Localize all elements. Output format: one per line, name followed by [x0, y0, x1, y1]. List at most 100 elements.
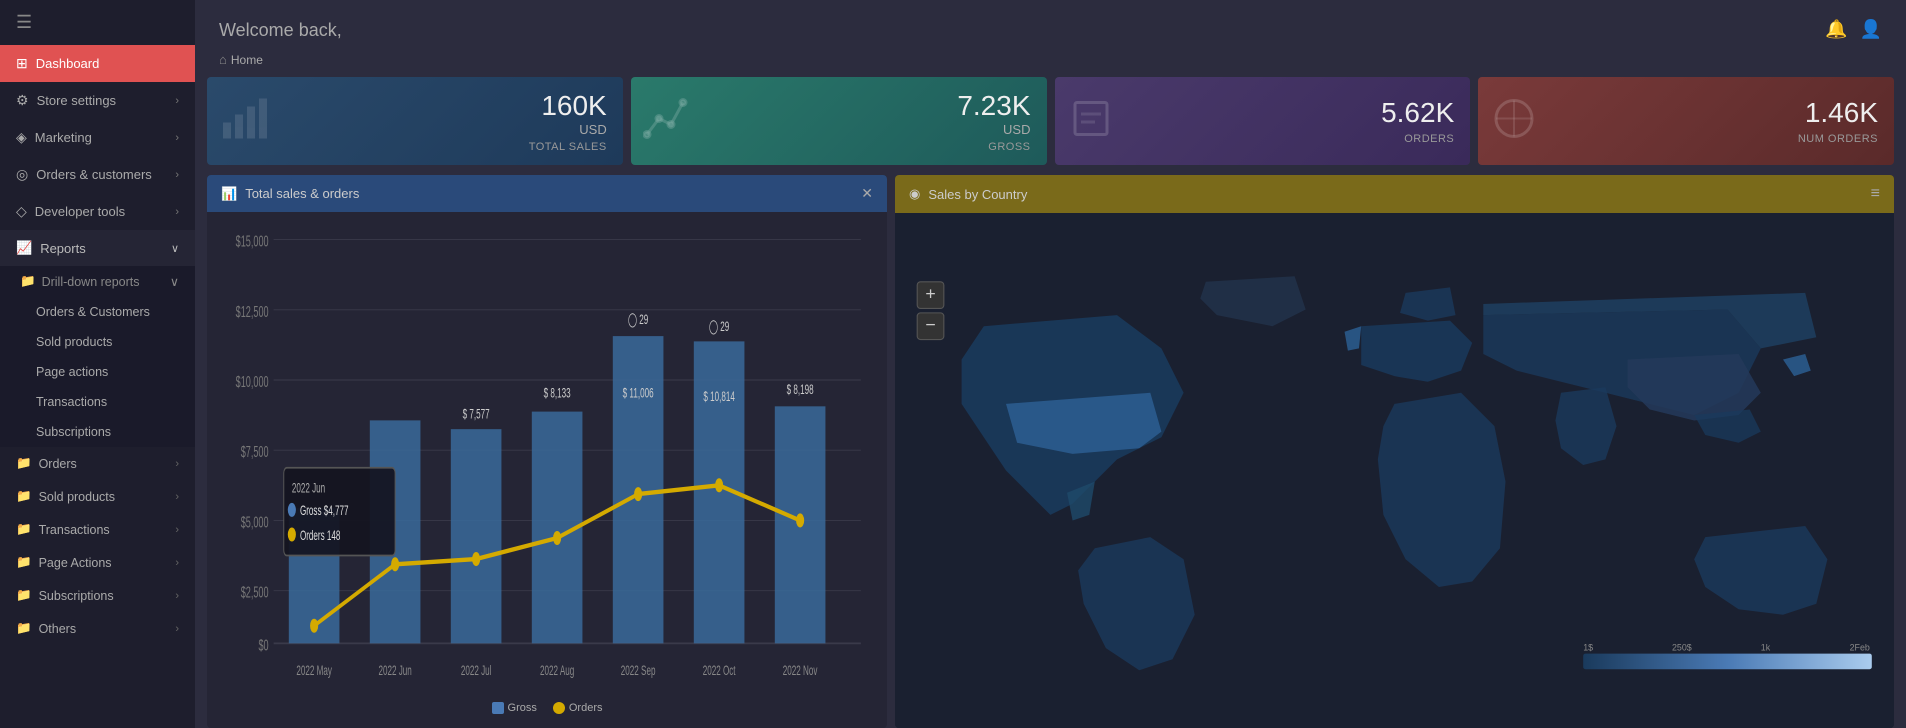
svg-text:$2,500: $2,500 — [241, 583, 269, 601]
stat-icon-num-orders — [1490, 95, 1538, 148]
stat-content-num-orders: 1.46K NUM ORDERS — [1798, 97, 1878, 145]
svg-text:$12,500: $12,500 — [236, 302, 269, 320]
page-header: Welcome back, 🔔 👤 — [195, 0, 1906, 50]
svg-text:250$: 250$ — [1672, 642, 1692, 652]
chart-bar-icon: 📊 — [221, 186, 237, 202]
sidebar-item-store-settings[interactable]: ⚙ Store settings › — [0, 82, 195, 119]
svg-text:2022 Jun: 2022 Jun — [292, 481, 325, 496]
svg-text:2022 Aug: 2022 Aug — [540, 664, 574, 679]
folder-icon: 📁 — [16, 522, 32, 537]
sidebar-folder-transactions[interactable]: 📁 Transactions › — [0, 513, 195, 546]
orders-icon: ◎ — [16, 166, 28, 183]
stat-value: 5.62K — [1381, 97, 1454, 129]
stat-value: 1.46K — [1798, 97, 1878, 129]
legend-orders: Orders — [553, 702, 603, 714]
sidebar-folder-orders[interactable]: 📁 Orders › — [0, 447, 195, 480]
sidebar-sub-transactions[interactable]: Transactions — [0, 387, 195, 417]
stat-content-gross: 7.23K USD GROSS — [957, 90, 1030, 153]
bar-chart-svg: $15,000 $12,500 $10,000 $7,500 $5,000 $2… — [223, 222, 871, 696]
folder-icon: 📁 — [16, 555, 32, 570]
sidebar-folder-others[interactable]: 📁 Others › — [0, 612, 195, 645]
sidebar: ☰ ⊞ Dashboard ⚙ Store settings › ◈ Marke… — [0, 0, 195, 728]
chart-sales-by-country: ◉ Sales by Country ≡ — [895, 175, 1894, 728]
stat-card-total-sales: 160K USD TOTAL SALES — [207, 77, 623, 165]
chevron-right-icon: › — [175, 458, 179, 470]
folder-icon: 📁 — [16, 489, 32, 504]
stats-row: 160K USD TOTAL SALES 7.23K USD GROSS — [195, 77, 1906, 165]
chart-body-map: + − 1$ 250$ 1k 2Feb — [895, 213, 1894, 728]
close-icon[interactable]: ✕ — [861, 185, 873, 202]
svg-text:$ 11,006: $ 11,006 — [623, 387, 654, 402]
sidebar-sub-sold-products[interactable]: Sold products — [0, 327, 195, 357]
folder-icon: 📁 — [16, 456, 32, 471]
stat-content-total-sales: 160K USD TOTAL SALES — [529, 90, 607, 153]
folder-icon: 📁 — [16, 621, 32, 636]
svg-text:2022 Nov: 2022 Nov — [783, 664, 818, 679]
chart-legend: Gross Orders — [223, 696, 871, 718]
svg-text:$10,000: $10,000 — [236, 372, 269, 390]
bell-icon[interactable]: 🔔 — [1825, 19, 1847, 40]
sidebar-sub-page-actions[interactable]: Page actions — [0, 357, 195, 387]
sidebar-item-dashboard[interactable]: ⊞ Dashboard — [0, 45, 195, 82]
main-content: Welcome back, 🔔 👤 ⌂ Home 160K US — [195, 0, 1906, 728]
legend-dot-gross — [492, 702, 504, 714]
sidebar-item-marketing[interactable]: ◈ Marketing › — [0, 119, 195, 156]
svg-text:$15,000: $15,000 — [236, 232, 269, 250]
sidebar-folder-page-actions[interactable]: 📁 Page Actions › — [0, 546, 195, 579]
charts-row: 📊 Total sales & orders ✕ — [195, 175, 1906, 728]
svg-text:$5,000: $5,000 — [241, 513, 269, 531]
world-map-svg: + − 1$ 250$ 1k 2Feb — [895, 213, 1894, 728]
svg-text:◯ 29: ◯ 29 — [628, 313, 648, 328]
stat-value: 160K — [529, 90, 607, 122]
hamburger-icon[interactable]: ☰ — [0, 0, 195, 45]
stat-label: NUM ORDERS — [1798, 133, 1878, 145]
chevron-right-icon: › — [175, 491, 179, 503]
chart-header-main: 📊 Total sales & orders ✕ — [207, 175, 887, 212]
svg-text:$ 8,198: $ 8,198 — [787, 383, 814, 398]
svg-text:+: + — [925, 284, 935, 304]
marketing-icon: ◈ — [16, 129, 27, 146]
chevron-icon: › — [175, 206, 179, 218]
user-icon[interactable]: 👤 — [1860, 19, 1882, 40]
svg-text:$ 8,133: $ 8,133 — [544, 387, 571, 402]
stat-currency: USD — [957, 122, 1030, 137]
stat-card-num-orders: 1.46K NUM ORDERS — [1478, 77, 1894, 165]
chevron-right-icon: › — [175, 557, 179, 569]
sidebar-folder-sold-products[interactable]: 📁 Sold products › — [0, 480, 195, 513]
sidebar-folder-subscriptions[interactable]: 📁 Subscriptions › — [0, 579, 195, 612]
stat-content-orders: 5.62K ORDERS — [1381, 97, 1454, 145]
menu-icon[interactable]: ≡ — [1871, 185, 1880, 203]
stat-card-gross: 7.23K USD GROSS — [631, 77, 1047, 165]
chart-title: Total sales & orders — [245, 186, 359, 201]
chevron-icon: › — [175, 95, 179, 107]
bar-chart-area: $15,000 $12,500 $10,000 $7,500 $5,000 $2… — [223, 222, 871, 696]
stat-icon-gross — [643, 95, 691, 148]
stat-label: ORDERS — [1381, 133, 1454, 145]
stat-icon-sales — [219, 95, 267, 148]
sidebar-item-orders-customers[interactable]: ◎ Orders & customers › — [0, 156, 195, 193]
chart-body-main: $15,000 $12,500 $10,000 $7,500 $5,000 $2… — [207, 212, 887, 728]
chart-map-title: Sales by Country — [928, 187, 1027, 202]
svg-text:$7,500: $7,500 — [241, 443, 269, 461]
chevron-down-icon: ∨ — [170, 274, 179, 289]
chevron-down-icon: ∨ — [171, 242, 179, 255]
stat-card-orders: 5.62K ORDERS — [1055, 77, 1471, 165]
sidebar-section-reports[interactable]: 📈 Reports ∨ — [0, 230, 195, 266]
chevron-icon: › — [175, 132, 179, 144]
legend-gross: Gross — [492, 702, 537, 714]
svg-text:$ 10,814: $ 10,814 — [703, 390, 735, 405]
header-actions: 🔔 👤 — [1825, 19, 1882, 40]
sidebar-drill-down-header[interactable]: 📁 Drill-down reports ∨ — [0, 266, 195, 297]
sidebar-sub-subscriptions[interactable]: Subscriptions — [0, 417, 195, 447]
breadcrumb: ⌂ Home — [195, 50, 1906, 77]
svg-text:$ 7,577: $ 7,577 — [463, 408, 490, 423]
sidebar-item-developer-tools[interactable]: ◇ Developer tools › — [0, 193, 195, 230]
svg-text:Gross $4,777: Gross $4,777 — [300, 504, 349, 519]
stat-value: 7.23K — [957, 90, 1030, 122]
sidebar-sub-orders-customers[interactable]: Orders & Customers — [0, 297, 195, 327]
svg-text:2022 Sep: 2022 Sep — [621, 664, 656, 679]
svg-text:1k: 1k — [1761, 642, 1771, 652]
settings-icon: ⚙ — [16, 92, 29, 109]
stat-icon-orders — [1067, 95, 1115, 148]
dev-tools-icon: ◇ — [16, 203, 27, 220]
